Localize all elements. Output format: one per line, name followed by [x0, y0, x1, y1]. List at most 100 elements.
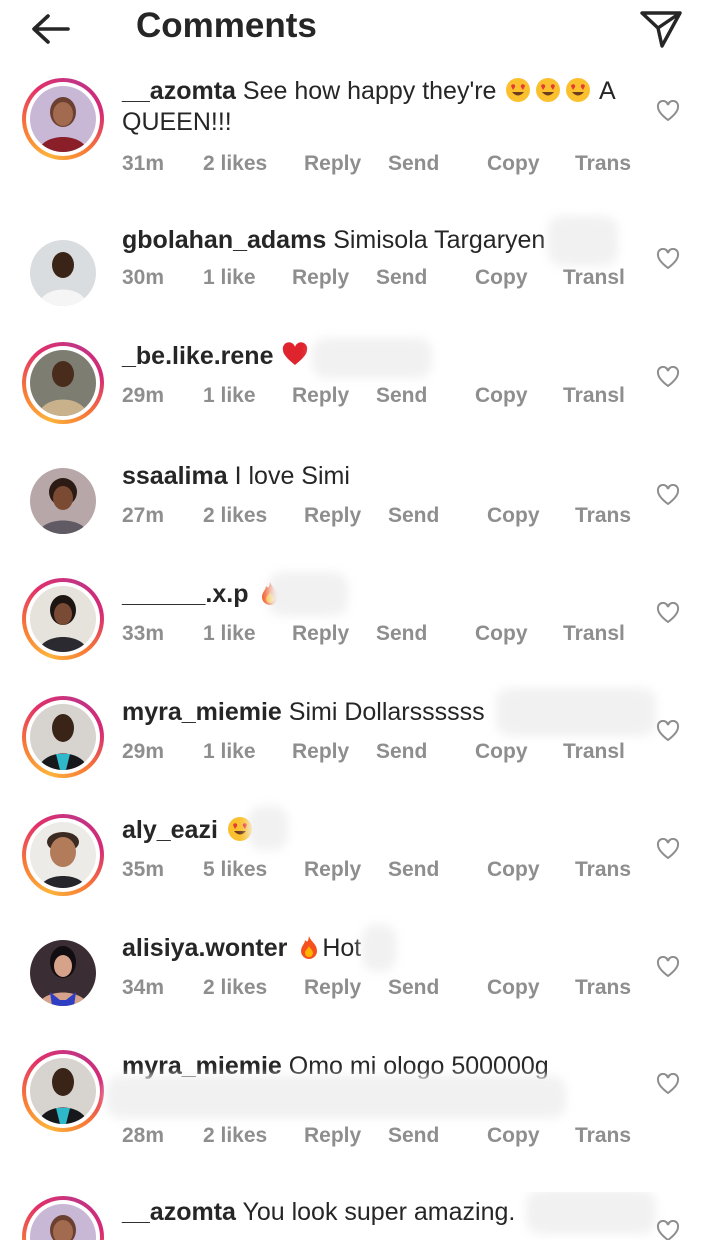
redacted-area [268, 572, 348, 616]
comment-username[interactable]: aly_eazi [122, 816, 218, 844]
send-button[interactable]: Send [388, 152, 439, 176]
translate-button[interactable]: Trans [575, 152, 631, 176]
send-button[interactable]: Send [388, 858, 439, 882]
avatar[interactable] [22, 232, 104, 314]
translate-button[interactable]: Trans [575, 504, 631, 528]
avatar[interactable] [22, 932, 104, 1014]
likes-count[interactable]: 2 likes [203, 504, 267, 528]
likes-count[interactable]: 1 like [203, 740, 256, 764]
comment-username[interactable]: _be.like.rene [122, 342, 273, 370]
copy-button[interactable]: Copy [475, 384, 528, 408]
avatar[interactable] [22, 460, 104, 542]
send-button[interactable]: Send [388, 504, 439, 528]
comment-time: 27m [122, 504, 165, 527]
copy-button[interactable]: Copy [487, 858, 540, 882]
reply-button[interactable]: Reply [292, 266, 349, 290]
comment-time: 34m [122, 976, 165, 999]
comment-username[interactable]: gbolahan_adams [122, 226, 326, 254]
comment-text: You look super amazing. [242, 1198, 516, 1226]
likes-count[interactable]: 1 like [203, 384, 256, 408]
likes-count[interactable]: 5 likes [203, 858, 267, 882]
translate-button[interactable]: Transl [563, 384, 625, 408]
comment-item: gbolahan_adams Simisola Targaryen 30m 1 … [0, 216, 720, 346]
send-button[interactable]: Send [376, 622, 427, 646]
like-button[interactable] [656, 1072, 680, 1095]
heart-eyes-emoji [536, 78, 561, 102]
profile-photo-icon [30, 940, 96, 1006]
comment-username[interactable]: __azomta [122, 77, 236, 105]
avatar[interactable] [22, 342, 104, 424]
like-button[interactable] [656, 247, 680, 270]
comment-text: I love Simi [234, 462, 350, 490]
heart-outline-icon [656, 1219, 680, 1240]
like-button[interactable] [656, 601, 680, 624]
translate-button[interactable]: Trans [575, 1124, 631, 1148]
comment-username[interactable]: ______.x.p [122, 580, 249, 608]
send-button[interactable]: Send [376, 266, 427, 290]
back-button[interactable] [24, 8, 80, 50]
copy-button[interactable]: Copy [487, 504, 540, 528]
send-button[interactable]: Send [388, 976, 439, 1000]
comment-item: myra_miemie Simi Dollarssssss 29m 1 like… [0, 688, 720, 810]
reply-button[interactable]: Reply [304, 858, 361, 882]
reply-button[interactable]: Reply [292, 622, 349, 646]
comment-username[interactable]: ssaalima [122, 462, 228, 490]
copy-button[interactable]: Copy [475, 622, 528, 646]
redacted-area [526, 1192, 656, 1234]
avatar[interactable] [22, 814, 104, 896]
likes-count[interactable]: 2 likes [203, 152, 267, 176]
comment-time: 35m [122, 858, 165, 881]
copy-button[interactable]: Copy [487, 976, 540, 1000]
reply-button[interactable]: Reply [304, 1124, 361, 1148]
comment-item: __azomta You look super amazing. [0, 1192, 720, 1240]
comment-text: Simi Dollarssssss [288, 698, 485, 726]
like-button[interactable] [656, 837, 680, 860]
page-title: Comments [136, 6, 317, 45]
copy-button[interactable]: Copy [475, 740, 528, 764]
reply-button[interactable]: Reply [304, 976, 361, 1000]
red-heart-emoji [283, 342, 308, 365]
redacted-area [362, 924, 396, 972]
likes-count[interactable]: 2 likes [203, 1124, 267, 1148]
send-button[interactable]: Send [376, 384, 427, 408]
send-button[interactable]: Send [388, 1124, 439, 1148]
reply-button[interactable]: Reply [292, 740, 349, 764]
heart-outline-icon [656, 483, 680, 506]
avatar[interactable] [22, 1050, 104, 1132]
translate-button[interactable]: Trans [575, 976, 631, 1000]
share-button[interactable] [636, 6, 686, 50]
like-button[interactable] [656, 719, 680, 742]
like-button[interactable] [656, 99, 680, 122]
avatar[interactable] [22, 1196, 104, 1240]
like-button[interactable] [656, 955, 680, 978]
copy-button[interactable]: Copy [487, 152, 540, 176]
reply-button[interactable]: Reply [292, 384, 349, 408]
reply-button[interactable]: Reply [304, 504, 361, 528]
comment-username[interactable]: myra_miemie [122, 698, 282, 726]
translate-button[interactable]: Trans [575, 858, 631, 882]
like-button[interactable] [656, 365, 680, 388]
like-button[interactable] [656, 1219, 680, 1240]
avatar[interactable] [22, 78, 104, 160]
redacted-area [248, 806, 288, 850]
translate-button[interactable]: Transl [563, 622, 625, 646]
comment-username[interactable]: alisiya.wonter [122, 934, 287, 962]
reply-button[interactable]: Reply [304, 152, 361, 176]
likes-count[interactable]: 1 like [203, 622, 256, 646]
likes-count[interactable]: 1 like [203, 266, 256, 290]
like-button[interactable] [656, 483, 680, 506]
copy-button[interactable]: Copy [487, 1124, 540, 1148]
comment-username[interactable]: __azomta [122, 1198, 236, 1226]
comment-item: alisiya.wonter Hot 34m 2 likes Reply Sen… [0, 924, 720, 1046]
send-button[interactable]: Send [376, 740, 427, 764]
comment-time: 31m [122, 152, 165, 175]
avatar[interactable] [22, 696, 104, 778]
profile-photo-icon [30, 586, 96, 652]
likes-count[interactable]: 2 likes [203, 976, 267, 1000]
avatar[interactable] [22, 578, 104, 660]
redacted-area [548, 216, 618, 266]
translate-button[interactable]: Transl [563, 740, 625, 764]
heart-outline-icon [656, 955, 680, 978]
translate-button[interactable]: Transl [563, 266, 625, 290]
copy-button[interactable]: Copy [475, 266, 528, 290]
